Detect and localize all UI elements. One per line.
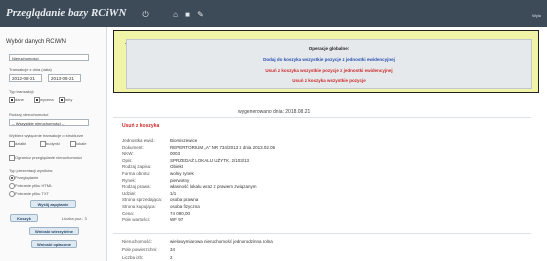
detail-key: Forma obrotu:: [122, 171, 151, 176]
detail-key: Rodzaj prawa:: [122, 184, 151, 190]
date-label: Transakcje z dnia (data): [9, 67, 52, 72]
format-label: Typ prezentacji wyników:: [9, 168, 54, 173]
detail-value: osoba prawna: [170, 197, 199, 203]
detail-key: Dokument:: [122, 144, 144, 150]
tools-icon[interactable]: ✎: [197, 11, 204, 19]
detail-key: NKW:: [122, 151, 134, 157]
global-operations-highlight: Operacje globalne: Dodaj do koszyka wszy…: [113, 30, 539, 93]
format-html-label: Pobranie pliku HTML: [15, 183, 53, 188]
detail-key: Pole powierzchni:: [122, 247, 158, 252]
database-select[interactable]: Nieruchomości: [9, 54, 89, 61]
user-name: Wylo: [532, 13, 541, 18]
power-icon[interactable]: ⏻: [142, 11, 149, 19]
paid-requests-button[interactable]: Wnioski opłacone: [31, 240, 77, 248]
detail-value: 1/1: [170, 190, 177, 196]
detail-key: Strona kupująca:: [122, 204, 156, 209]
detail-value: 2: [170, 255, 173, 260]
detail-key: Opis:: [122, 157, 133, 163]
detail-value: Biomiszewice: [170, 138, 198, 143]
type-label: Typ transakcji: [9, 89, 34, 94]
cart-button[interactable]: Koszyk: [10, 214, 38, 222]
detail-key: Pole wartości:: [122, 217, 151, 223]
detail-value: wielowymiarowa nieruchomość jednorodzinn…: [170, 239, 273, 244]
print-requests-button[interactable]: Wnioski wierzytelne: [29, 227, 79, 235]
divider: [113, 117, 531, 118]
format-txt-label: Pobranie pliku TXT: [15, 191, 49, 196]
top-bar: Przeglądanie bazy RCiWN ⏻ ⌂ ■ ✎ Wylo: [0, 0, 547, 27]
left-panel-content: Wybór danych RCiWN Nieruchomości Transak…: [0, 27, 106, 261]
limit-lokale-label: lokale: [76, 141, 87, 146]
detail-value: pierwotny: [170, 177, 190, 183]
date-from-input[interactable]: 2012-08-21: [9, 74, 42, 82]
detail-key: Udział:: [122, 190, 136, 196]
property-label: Rodzaj nieruchomości: [9, 112, 49, 117]
remove-all-link[interactable]: Usuń z koszyka wszystkie pozycje: [127, 78, 531, 83]
detail-key: Nieruchomość:: [122, 239, 153, 244]
detail-value: wolny rynek: [170, 171, 194, 176]
property-select[interactable]: -- Wszystkie nieruchomości --: [9, 119, 89, 126]
detail-value: SPRZEDAŻ LOKALU UŻYTK. 2/103/13: [170, 157, 250, 163]
add-all-link[interactable]: Dodaj do koszyka wszystkie pozycje z jed…: [127, 57, 531, 62]
home-icon[interactable]: ⌂: [172, 11, 179, 19]
detail-key: Liczba izb:: [122, 255, 144, 260]
remove-unit-link[interactable]: Usuń z koszyka wszystkie pozycje z jedno…: [127, 68, 531, 73]
detail-key: Jednostka ewid.:: [122, 138, 156, 143]
detail-value: 34: [170, 247, 176, 252]
detail-key: Rodzaj zapisu:: [122, 164, 152, 170]
generated-date: wygenerowano dnia: 2018.08.21: [238, 109, 311, 115]
detail-key: Rynek:: [122, 177, 137, 183]
type-inny-label: inny: [65, 97, 73, 102]
global-operations-title: Operacje globalne:: [308, 46, 350, 51]
detail-value: 0003: [170, 151, 181, 157]
global-operations-panel: Operacje globalne: Dodaj do koszyka wszy…: [126, 39, 532, 89]
divider: [113, 233, 531, 234]
remove-from-cart-link[interactable]: Usuń z koszyka: [122, 123, 159, 129]
date-to-input[interactable]: 2013-08-21: [48, 74, 81, 82]
app-title: Przeglądanie bazy RCiWN: [6, 7, 127, 19]
structure-label: Wybierz wyłącznie transakcje o strukturz…: [9, 133, 84, 138]
type-wycena-label: wycena: [40, 97, 54, 102]
detail-value: REPERTORIUM „A” NR 734/2013 z dnia 2013.…: [170, 144, 276, 150]
type-dane-label: dane: [15, 97, 24, 102]
detail-value: Obiekt: [170, 164, 184, 170]
only-label: Ogranicz przeglądanie nieruchomości: [15, 155, 82, 160]
detail-key: Strona sprzedająca:: [122, 197, 163, 203]
detail-value: osoba fizyczna: [170, 204, 200, 209]
detail-value: WF 97: [170, 217, 184, 223]
limit-dzialki-label: działki: [15, 141, 27, 146]
left-panel-title: Wybór danych RCiWN: [6, 39, 66, 45]
format-view-label: Przeglądanie: [15, 175, 39, 180]
cart-count: Liczba poz.: 3: [62, 216, 87, 221]
search-button[interactable]: Wyślij zapytanie: [30, 200, 76, 208]
detail-value: 74 090,00: [170, 210, 191, 216]
detail-key: Cena:: [122, 210, 135, 216]
lock-icon[interactable]: ■: [184, 11, 191, 19]
limit-budynki-label: budynki: [46, 141, 60, 146]
detail-value: własność lokalu wraz z prawem związanym: [170, 184, 257, 190]
